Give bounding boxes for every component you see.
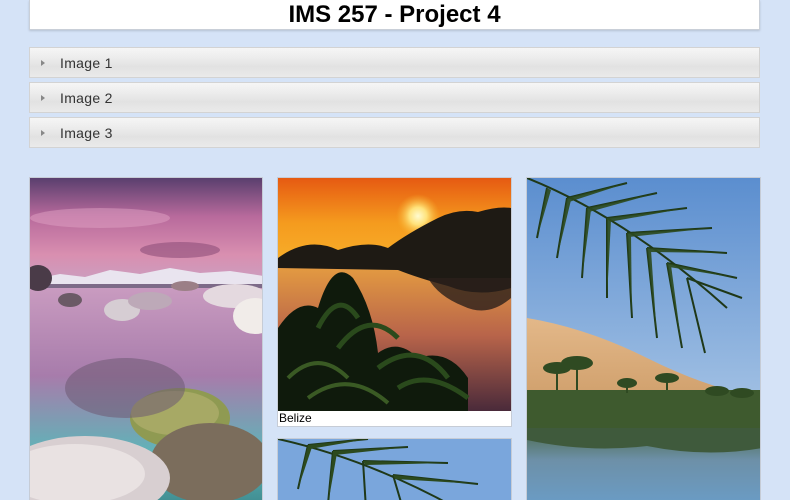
accordion-item-label: Image 2	[60, 89, 113, 106]
lake-rocks-photo	[30, 178, 262, 500]
image-accordion: Image 1 Image 2 Image 3	[29, 47, 760, 152]
image-caption: Belize	[279, 411, 312, 425]
gallery-card-belize[interactable]: Belize	[277, 177, 512, 427]
page: IMS 257 - Project 4 Image 1 Image 2 Imag…	[0, 0, 790, 500]
triangle-right-icon	[41, 59, 45, 66]
accordion-item-label: Image 1	[60, 54, 113, 71]
gallery-card-desert-oasis[interactable]	[526, 177, 761, 500]
page-title: IMS 257 - Project 4	[288, 0, 501, 28]
accordion-item-image-2[interactable]: Image 2	[29, 82, 760, 113]
belize-sunset-photo	[278, 178, 511, 411]
accordion-item-image-1[interactable]: Image 1	[29, 47, 760, 78]
palm-sky-photo	[278, 439, 511, 500]
triangle-right-icon	[41, 129, 45, 136]
desert-oasis-photo	[527, 178, 760, 500]
gallery-card-palm[interactable]	[277, 438, 512, 500]
accordion-item-label: Image 3	[60, 124, 113, 141]
accordion-item-image-3[interactable]: Image 3	[29, 117, 760, 148]
triangle-right-icon	[41, 94, 45, 101]
gallery-card-lake-rocks[interactable]	[29, 177, 263, 500]
page-header: IMS 257 - Project 4	[29, 0, 760, 30]
